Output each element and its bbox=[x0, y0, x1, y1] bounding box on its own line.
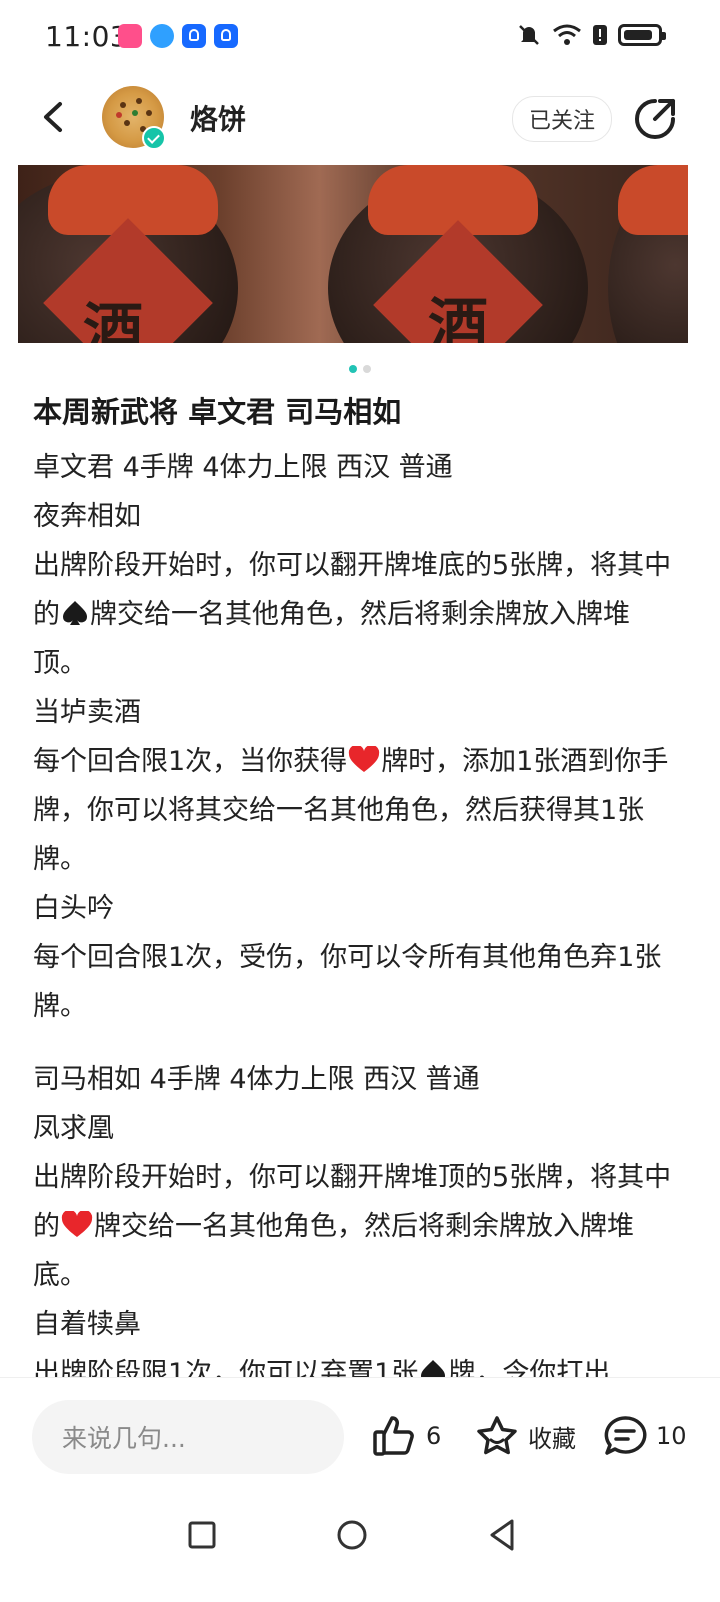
favorite-button[interactable]: 收藏 bbox=[474, 1414, 576, 1458]
spade-icon bbox=[421, 1360, 446, 1377]
bulb-icon bbox=[214, 24, 238, 48]
back-triangle-icon[interactable] bbox=[482, 1515, 522, 1555]
skill-description: 出牌阶段开始时，你可以翻开牌堆底的5张牌，将其中的 牌交给一名其他角色，然后将剩余… bbox=[33, 550, 672, 679]
app-pink-icon bbox=[118, 24, 142, 48]
back-icon[interactable] bbox=[30, 92, 80, 142]
carousel-dot-active bbox=[349, 365, 357, 373]
comment-button[interactable]: 10 bbox=[602, 1414, 687, 1458]
star-icon bbox=[477, 1416, 517, 1455]
wine-jar-image: 酒 bbox=[328, 165, 588, 343]
favorite-label: 收藏 bbox=[528, 1424, 576, 1453]
recents-square-icon[interactable] bbox=[182, 1515, 222, 1555]
post-title: 本周新武将 卓文君 司马相如 bbox=[33, 395, 402, 429]
status-bar: 11:03 bbox=[0, 0, 720, 72]
skill-description: 每个回合限1次，当你获得 牌时，添加1张酒到你手牌，你可以将其交给一名其他角色，然… bbox=[33, 746, 669, 875]
author-name[interactable]: 烙饼 bbox=[190, 98, 246, 138]
wifi-icon bbox=[553, 24, 581, 45]
follow-button[interactable]: 已关注 bbox=[512, 96, 612, 142]
skill-name: 白头吟 bbox=[33, 893, 114, 924]
system-nav-bar bbox=[0, 1497, 720, 1602]
status-time: 11:03 bbox=[45, 20, 129, 53]
skill-name: 自着犊鼻 bbox=[33, 1309, 141, 1340]
carousel-dot bbox=[363, 365, 371, 373]
status-app-icons bbox=[118, 24, 238, 48]
comment-icon bbox=[604, 1416, 647, 1455]
bottom-action-bar: 来说几句... 6 收藏 10 bbox=[0, 1377, 720, 1498]
hero-info: 卓文君 4手牌 4体力上限 西汉 普通 bbox=[33, 452, 453, 483]
spade-icon bbox=[63, 601, 87, 625]
skill-name: 夜奔相如 bbox=[33, 501, 141, 532]
status-right bbox=[516, 22, 666, 48]
hero-info: 司马相如 4手牌 4体力上限 西汉 普通 bbox=[33, 1064, 480, 1095]
battery-icon bbox=[618, 24, 666, 46]
heart-icon bbox=[61, 1211, 93, 1237]
skill-description: 出牌阶段开始时，你可以翻开牌堆顶的5张牌，将其中的 牌交给一名其他角色，然后将剩余… bbox=[33, 1162, 672, 1291]
wine-jar-image bbox=[608, 165, 688, 343]
skill-description: 出牌阶段限1次，你可以弃置1张 牌，令你打出 bbox=[33, 1349, 673, 1377]
globe-icon bbox=[150, 24, 174, 48]
skill-name: 当垆卖酒 bbox=[33, 697, 141, 728]
carousel-indicator bbox=[0, 365, 720, 373]
like-button[interactable]: 6 bbox=[372, 1414, 441, 1458]
like-count: 6 bbox=[426, 1422, 442, 1450]
share-icon[interactable] bbox=[630, 94, 680, 144]
comment-count: 10 bbox=[656, 1422, 687, 1450]
post-image-carousel[interactable]: 酒 酒 bbox=[18, 165, 688, 343]
wine-jar-image: 酒 bbox=[18, 165, 238, 343]
verified-badge-icon bbox=[142, 126, 166, 150]
post-content: 本周新武将 卓文君 司马相如 卓文君 4手牌 4体力上限 西汉 普通 夜奔相如 … bbox=[33, 392, 673, 1377]
alert-icon bbox=[593, 25, 607, 45]
post-header: 烙饼 已关注 bbox=[0, 72, 720, 164]
bulb-icon bbox=[182, 24, 206, 48]
home-circle-icon[interactable] bbox=[332, 1515, 372, 1555]
skill-description: 每个回合限1次，受伤，你可以令所有其他角色弃1张牌。 bbox=[33, 942, 662, 1022]
thumbs-up-icon bbox=[373, 1416, 414, 1456]
comment-input[interactable]: 来说几句... bbox=[32, 1400, 344, 1474]
skill-name: 凤求凰 bbox=[33, 1113, 114, 1144]
mute-icon bbox=[519, 25, 539, 45]
heart-icon bbox=[349, 746, 380, 772]
